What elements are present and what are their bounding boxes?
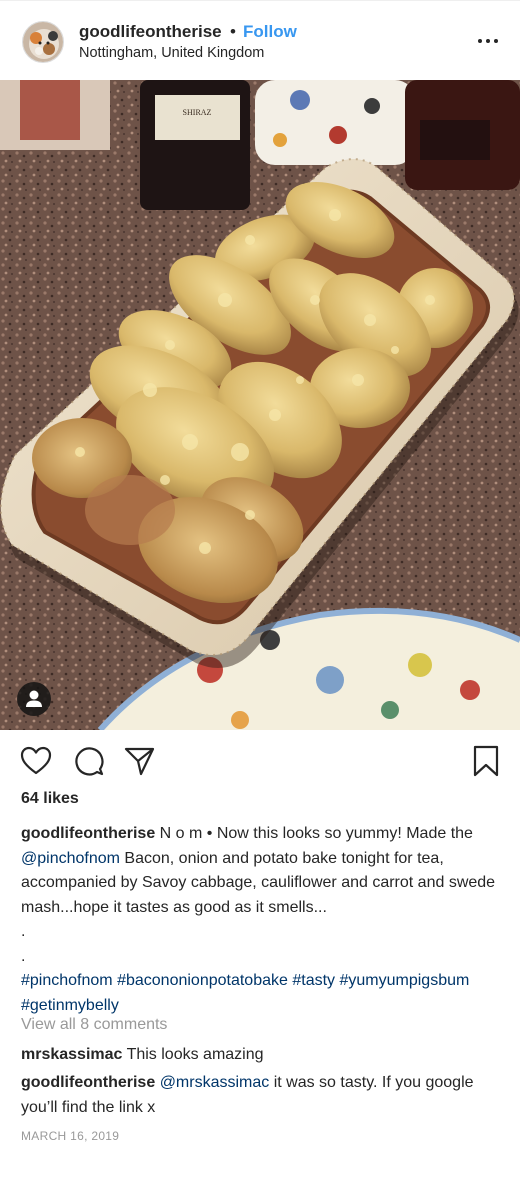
comment-username[interactable]: goodlifeontherise — [21, 1074, 155, 1091]
bookmark-icon[interactable] — [472, 745, 500, 777]
caption-username[interactable]: goodlifeontherise — [21, 825, 155, 842]
hashtag[interactable]: #tasty — [292, 972, 335, 989]
caption-dot: . — [21, 923, 26, 940]
follow-button[interactable]: Follow — [243, 22, 297, 42]
view-all-comments-link[interactable]: View all 8 comments — [21, 1016, 167, 1034]
svg-text:SHIRAZ: SHIRAZ — [183, 108, 212, 117]
comment: goodlifeontherise @mrskassimac it was so… — [21, 1071, 491, 1120]
comment-text: This looks amazing — [122, 1046, 264, 1063]
separator-dot: • — [230, 22, 236, 41]
post-photo[interactable]: SHIRAZ — [0, 80, 520, 730]
caption-text-1: N o m • Now this looks so yummy! Made th… — [155, 825, 473, 842]
hashtag-list: #pinchofnom #bacononionpotatobake #tasty… — [21, 969, 503, 1018]
comment-mention[interactable]: @mrskassimac — [160, 1074, 270, 1091]
post-header: goodlifeontherise • Follow Nottingham, U… — [0, 1, 520, 81]
paper-plane-icon[interactable] — [124, 746, 156, 776]
person-icon — [26, 690, 42, 707]
location-link[interactable]: Nottingham, United Kingdom — [79, 45, 264, 61]
likes-count[interactable]: 64 likes — [21, 790, 79, 808]
comment: mrskassimac This looks amazing — [21, 1043, 491, 1068]
hashtag[interactable]: #getinmybelly — [21, 997, 119, 1014]
caption-dot: . — [21, 947, 26, 965]
comment-username[interactable]: mrskassimac — [21, 1046, 122, 1063]
caption-mention[interactable]: @pinchofnom — [21, 850, 120, 867]
heart-icon[interactable] — [20, 746, 52, 776]
caption: goodlifeontherise N o m • Now this looks… — [21, 822, 503, 1018]
hashtag[interactable]: #bacononionpotatobake — [117, 972, 288, 989]
username[interactable]: goodlifeontherise — [79, 22, 222, 42]
hashtag[interactable]: #yumyumpigsbum — [340, 972, 470, 989]
user-tag-button[interactable] — [17, 682, 51, 716]
comment-icon[interactable] — [73, 745, 105, 777]
more-horizontal-icon[interactable] — [474, 31, 502, 51]
avatar[interactable] — [22, 21, 64, 63]
hashtag[interactable]: #pinchofnom — [21, 972, 113, 989]
post-date[interactable]: MARCH 16, 2019 — [21, 1129, 119, 1143]
